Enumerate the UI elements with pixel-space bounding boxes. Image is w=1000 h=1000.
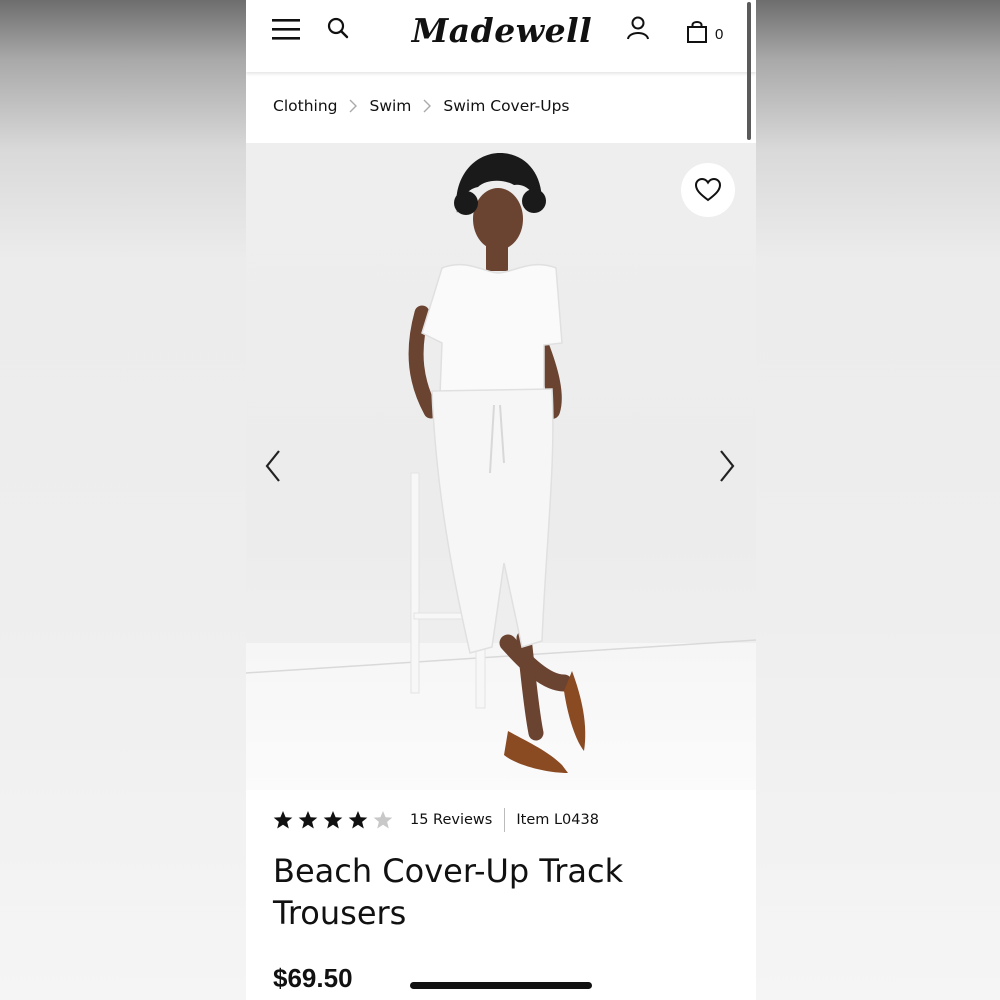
star-empty-icon bbox=[373, 811, 393, 829]
madewell-logo[interactable]: Madewell bbox=[412, 8, 592, 52]
shopping-bag-button[interactable]: 0 bbox=[686, 16, 736, 46]
product-image-carousel[interactable] bbox=[246, 143, 756, 790]
account-button[interactable] bbox=[624, 14, 652, 42]
account-icon bbox=[627, 16, 649, 40]
chevron-right-icon bbox=[423, 99, 432, 113]
breadcrumb: Clothing Swim Swim Cover-Ups bbox=[273, 94, 570, 118]
star-filled-icon bbox=[348, 811, 368, 829]
home-indicator[interactable] bbox=[410, 982, 592, 989]
product-info: 15 Reviews Item L0438 Beach Cover-Up Tra… bbox=[246, 790, 756, 1000]
site-header: Madewell 0 bbox=[246, 0, 756, 72]
product-price: $69.50 bbox=[273, 963, 353, 993]
scrollbar[interactable] bbox=[747, 2, 751, 140]
menu-button[interactable] bbox=[270, 14, 302, 44]
item-number: Item L0438 bbox=[516, 812, 599, 828]
reviews-link[interactable]: 15 Reviews bbox=[410, 812, 492, 828]
divider bbox=[504, 808, 506, 832]
product-title: Beach Cover-Up Track Trousers bbox=[273, 852, 624, 932]
chevron-right-icon bbox=[720, 450, 735, 482]
star-filled-icon bbox=[273, 811, 293, 829]
chevron-left-icon bbox=[265, 450, 280, 482]
star-rating[interactable] bbox=[273, 810, 398, 830]
phone-screen: Madewell 0 Clothing Swim Swim Cover-Ups bbox=[246, 0, 756, 1000]
search-button[interactable] bbox=[324, 14, 352, 42]
favorite-button[interactable] bbox=[681, 163, 735, 217]
previous-image-button[interactable] bbox=[258, 446, 288, 486]
heart-icon bbox=[694, 177, 722, 202]
breadcrumb-item-swim-cover-ups[interactable]: Swim Cover-Ups bbox=[443, 97, 569, 115]
hamburger-menu-icon bbox=[272, 19, 300, 40]
bag-count: 0 bbox=[715, 25, 724, 43]
product-photo-model bbox=[246, 153, 756, 773]
breadcrumb-item-clothing[interactable]: Clothing bbox=[273, 97, 337, 115]
search-icon bbox=[327, 17, 349, 39]
next-image-button[interactable] bbox=[712, 446, 742, 486]
breadcrumb-item-swim[interactable]: Swim bbox=[369, 97, 411, 115]
chevron-right-icon bbox=[349, 99, 358, 113]
rating-row: 15 Reviews Item L0438 bbox=[273, 808, 599, 832]
shopping-bag-icon bbox=[687, 21, 707, 43]
star-filled-icon bbox=[323, 811, 343, 829]
star-filled-icon bbox=[298, 811, 318, 829]
